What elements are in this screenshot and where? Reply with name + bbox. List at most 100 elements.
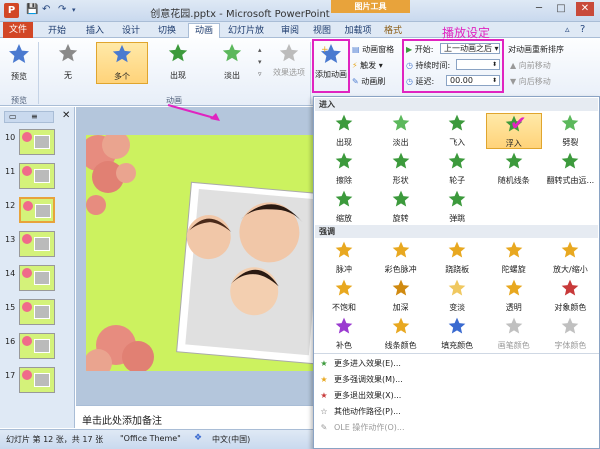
effect-item[interactable]: 出现 bbox=[316, 113, 372, 149]
language-indicator[interactable]: 中文(中国) bbox=[212, 434, 250, 445]
effect-item[interactable]: 劈裂 bbox=[542, 113, 598, 149]
customize-qat-icon[interactable]: ▾ bbox=[72, 6, 76, 14]
effect-item[interactable]: 跷跷板 bbox=[429, 240, 485, 276]
proofing-icon[interactable]: ❖ bbox=[194, 433, 202, 443]
powerpoint-app-icon[interactable]: P bbox=[4, 3, 19, 18]
effect-item[interactable]: 变淡 bbox=[429, 278, 485, 314]
effect-item[interactable]: 补色 bbox=[316, 316, 372, 352]
star-icon bbox=[392, 152, 409, 169]
effect-item[interactable]: 随机线条 bbox=[486, 151, 542, 187]
effect-item[interactable]: 翻转式由远... bbox=[542, 151, 598, 187]
more-effects-item[interactable]: ★ 更多退出效果(X)... bbox=[318, 389, 401, 403]
slide-thumbnail[interactable] bbox=[19, 231, 55, 257]
effect-item[interactable]: 形状 bbox=[373, 151, 429, 187]
notes-pane[interactable]: 单击此处添加备注 bbox=[76, 405, 313, 429]
gallery-item-appear[interactable]: 出现 bbox=[158, 42, 198, 84]
notes-placeholder: 单击此处添加备注 bbox=[82, 416, 162, 427]
slides-tab[interactable]: ▭ ≡ bbox=[4, 111, 54, 123]
window-title: 创意花园.pptx - Microsoft PowerPoint bbox=[150, 9, 330, 20]
animation-painter-button[interactable]: ✎ 动画刷 bbox=[352, 76, 385, 87]
slide-thumbnail[interactable] bbox=[19, 197, 55, 223]
gallery-item-fade[interactable]: 淡出 bbox=[212, 42, 252, 84]
slide-number: 11 bbox=[5, 167, 16, 176]
effect-item[interactable]: 加深 bbox=[373, 278, 429, 314]
effect-item[interactable]: 弹跳 bbox=[429, 189, 485, 225]
tab-animations[interactable]: 动画 bbox=[188, 23, 220, 39]
highlight-box-playback bbox=[402, 39, 504, 93]
star-icon bbox=[505, 241, 523, 258]
tab-review[interactable]: 审阅 bbox=[276, 24, 304, 38]
effect-item[interactable]: 缩放 bbox=[316, 189, 372, 225]
preview-button[interactable]: 预览 bbox=[4, 42, 34, 86]
slide-thumbnail[interactable] bbox=[19, 333, 55, 359]
effect-item[interactable]: 填充颜色 bbox=[429, 316, 485, 352]
tab-file[interactable]: 文件 bbox=[3, 22, 33, 38]
effect-label: 陀螺旋 bbox=[501, 265, 526, 274]
gallery-item-label: 无 bbox=[64, 71, 72, 80]
effect-item[interactable]: 陀螺旋 bbox=[486, 240, 542, 276]
effect-options-star-icon bbox=[279, 43, 299, 62]
trigger-button[interactable]: ⚡ 触发 ▾ bbox=[352, 60, 383, 71]
tab-design[interactable]: 设计 bbox=[116, 24, 146, 38]
effect-item[interactable]: 透明 bbox=[486, 278, 542, 314]
effect-item[interactable]: 淡出 bbox=[373, 113, 429, 149]
save-icon[interactable]: 💾 bbox=[26, 4, 38, 15]
more-effects-item[interactable]: ☆ 其他动作路径(P)... bbox=[318, 405, 400, 419]
slide-thumbnail[interactable] bbox=[19, 367, 55, 393]
gallery-item-none[interactable]: 无 bbox=[48, 42, 88, 84]
more-effects-item[interactable]: ★ 更多强调效果(M)... bbox=[318, 373, 402, 387]
tab-format[interactable]: 格式 bbox=[378, 24, 408, 38]
effect-options-button[interactable]: 效果选项 bbox=[270, 42, 308, 84]
effect-menu-icon: ✎ bbox=[320, 423, 328, 432]
effect-item[interactable]: 线条颜色 bbox=[373, 316, 429, 352]
effect-item[interactable]: 飞入 bbox=[429, 113, 485, 149]
star-icon bbox=[168, 43, 188, 62]
gallery-item-label: 出现 bbox=[170, 71, 186, 80]
tab-view[interactable]: 视图 bbox=[308, 24, 336, 38]
preview-label: 预览 bbox=[11, 72, 27, 81]
tab-insert[interactable]: 插入 bbox=[80, 24, 110, 38]
effect-item[interactable]: 彩色脉冲 bbox=[373, 240, 429, 276]
slide-thumbnail[interactable] bbox=[19, 265, 55, 291]
effect-item: 字体颜色 bbox=[542, 316, 598, 352]
effect-item[interactable]: 对象颜色 bbox=[542, 278, 598, 314]
playback-settings-annotation: 播放设定 bbox=[442, 26, 491, 40]
minimize-button[interactable]: ─ bbox=[530, 2, 548, 16]
gallery-scroll[interactable]: ▴ ▾ ▿ bbox=[258, 44, 262, 80]
effect-label: 变淡 bbox=[449, 303, 466, 312]
star-icon bbox=[448, 190, 466, 207]
gallery-item-multiple[interactable]: 多个 bbox=[96, 42, 148, 84]
more-effects-item[interactable]: ★ 更多进入效果(E)... bbox=[318, 357, 401, 371]
effect-item[interactable]: 脉冲 bbox=[316, 240, 372, 276]
effect-menu-icon: ★ bbox=[320, 391, 328, 400]
undo-icon[interactable]: ↶ bbox=[42, 4, 50, 15]
animation-pane-button[interactable]: ▤ 动画窗格 bbox=[352, 44, 394, 55]
effect-item[interactable]: 擦除 bbox=[316, 151, 372, 187]
effect-item[interactable]: 旋转 bbox=[373, 189, 429, 225]
tab-slideshow[interactable]: 幻灯片放映 bbox=[224, 24, 268, 50]
minimize-ribbon-icon[interactable]: ▵ bbox=[565, 25, 570, 35]
tab-transitions[interactable]: 切换 bbox=[152, 24, 182, 38]
slide-thumbnail[interactable] bbox=[19, 129, 55, 155]
help-icon[interactable]: ? bbox=[580, 24, 585, 35]
slide-thumbnail[interactable] bbox=[19, 163, 55, 189]
current-slide[interactable] bbox=[80, 131, 332, 377]
star-icon bbox=[448, 152, 466, 169]
maximize-button[interactable]: □ bbox=[552, 2, 570, 16]
effect-item[interactable]: 放大/缩小 bbox=[542, 240, 598, 276]
tab-addins[interactable]: 加载项 bbox=[340, 24, 376, 38]
redo-icon[interactable]: ↷ bbox=[58, 4, 66, 15]
effect-item[interactable]: 不饱和 bbox=[316, 278, 372, 314]
move-earlier-button[interactable]: ▲ 向前移动 bbox=[510, 60, 551, 71]
highlight-box-add-animation bbox=[312, 39, 350, 93]
effect-options-label: 效果选项 bbox=[273, 68, 305, 77]
star-icon bbox=[335, 317, 353, 334]
effect-label: 劈裂 bbox=[562, 138, 579, 147]
close-button[interactable]: ✕ bbox=[576, 2, 594, 16]
tab-home[interactable]: 开始 bbox=[42, 24, 72, 38]
effect-item[interactable]: 轮子 bbox=[429, 151, 485, 187]
close-pane-icon[interactable]: ✕ bbox=[62, 110, 70, 121]
slide-thumbnail[interactable] bbox=[19, 299, 55, 325]
star-icon bbox=[505, 152, 523, 169]
move-later-button[interactable]: ▼ 向后移动 bbox=[510, 76, 551, 87]
